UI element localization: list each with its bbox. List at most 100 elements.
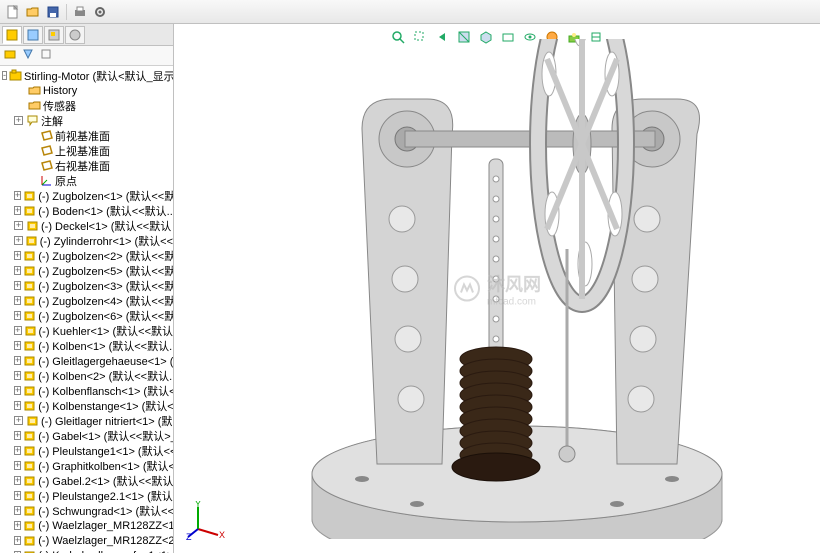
expand-icon[interactable]	[14, 85, 25, 96]
expand-icon[interactable]: +	[14, 341, 21, 350]
tree-part[interactable]: +(-) Schwungrad<1> (默认<<图	[0, 503, 173, 518]
expand-icon[interactable]: -	[2, 71, 7, 80]
tree-history-icon	[27, 84, 41, 98]
tree-part[interactable]: +(-) Kurbelwellenzapfen1<1>	[0, 548, 173, 553]
orientation-triad[interactable]: X Y Z	[186, 501, 226, 541]
expand-icon[interactable]: +	[14, 251, 21, 260]
svg-text:X: X	[219, 530, 225, 540]
expand-icon[interactable]	[26, 160, 37, 171]
expand-icon[interactable]	[26, 175, 37, 186]
tree-part[interactable]: +(-) Pleulstange1<1> (默认<<	[0, 443, 173, 458]
tree-plane-icon	[39, 144, 53, 158]
tree-origin[interactable]: 原点	[0, 173, 173, 188]
tree-part[interactable]: + (-) Kuehler<1> (默认<<默认	[0, 323, 173, 338]
expand-icon[interactable]	[26, 145, 37, 156]
tree-root-assembly[interactable]: -Stirling-Motor (默认<默认_显示状	[0, 68, 173, 83]
tree-item-label: 右视基准面	[55, 158, 110, 174]
tree-part[interactable]: +(-) Zugbolzen<4> (默认<<默	[0, 293, 173, 308]
tree-item-label: (-) Gleitlagergehaeuse<1> (图	[38, 353, 173, 369]
expand-icon[interactable]: +	[14, 371, 21, 380]
expand-icon[interactable]: +	[14, 221, 23, 230]
tree-part[interactable]: +(-) Waelzlager_MR128ZZ<1>	[0, 518, 173, 533]
tree-item-label: (-) Boden<1> (默认<<默认...	[38, 203, 173, 219]
tree-plane[interactable]: 前视基准面	[0, 128, 173, 143]
filter-feat-icon[interactable]	[22, 48, 34, 63]
tree-part[interactable]: +(-) Zugbolzen<5> (默认<<默	[0, 263, 173, 278]
tree-part[interactable]: +(-) Waelzlager_MR128ZZ<2>	[0, 533, 173, 548]
expand-icon[interactable]: +	[14, 446, 21, 455]
expand-icon[interactable]: +	[14, 236, 23, 245]
tree-part[interactable]: +(-) Graphitkolben<1> (默认<	[0, 458, 173, 473]
tab-property-manager[interactable]	[23, 26, 43, 44]
tree-plane[interactable]: 上视基准面	[0, 143, 173, 158]
tree-part-icon	[23, 309, 36, 323]
tree-item-label: (-) Kolben<1> (默认<<默认...	[38, 338, 173, 354]
tree-annotation[interactable]: +注解	[0, 113, 173, 128]
expand-icon[interactable]: +	[14, 536, 21, 545]
tree-part[interactable]: +(-) Zugbolzen<3> (默认<<默	[0, 278, 173, 293]
expand-icon[interactable]: +	[14, 206, 21, 215]
tree-part[interactable]: +(-) Kolbenstange<1> (默认<<	[0, 398, 173, 413]
tree-plane[interactable]: 右视基准面	[0, 158, 173, 173]
tree-part[interactable]: +(-) Deckel<1> (默认<<默认	[0, 218, 173, 233]
tree-part[interactable]: +(-) Kolben<2> (默认<<默认...	[0, 368, 173, 383]
content-area: -Stirling-Motor (默认<默认_显示状 History传感器+注解前…	[0, 24, 820, 553]
expand-icon[interactable]: +	[14, 356, 21, 365]
expand-icon[interactable]	[26, 130, 37, 141]
expand-icon[interactable]: +	[14, 476, 21, 485]
tree-history[interactable]: History	[0, 83, 173, 98]
new-doc-icon[interactable]	[4, 3, 22, 21]
svg-text:Z: Z	[186, 532, 192, 541]
expand-icon[interactable]: +	[14, 461, 21, 470]
tree-part[interactable]: + (-) Gleitlagergehaeuse<1> (图	[0, 353, 173, 368]
tree-part-icon	[23, 504, 36, 518]
expand-icon[interactable]: +	[14, 386, 21, 395]
tree-part[interactable]: + (-) Boden<1> (默认<<默认...	[0, 203, 173, 218]
tree-item-label: History	[43, 85, 77, 97]
tree-part[interactable]: +(-) Zugbolzen<1> (默认<<默	[0, 188, 173, 203]
tree-part[interactable]: +(-) Gabel<1> (默认<<默认>_	[0, 428, 173, 443]
open-doc-icon[interactable]	[24, 3, 42, 21]
expand-icon[interactable]: +	[14, 116, 23, 125]
tree-part-icon	[23, 279, 36, 293]
tree-part[interactable]: +(-) Gleitlager nitriert<1> (默	[0, 413, 173, 428]
expand-icon[interactable]: +	[14, 521, 21, 530]
tree-part[interactable]: + (-) Kolben<1> (默认<<默认...	[0, 338, 173, 353]
graphics-viewport[interactable]: 沐风网 mfcad.com X Y Z	[174, 24, 820, 553]
expand-icon[interactable]: +	[14, 416, 23, 425]
expand-icon[interactable]: +	[14, 281, 21, 290]
save-doc-icon[interactable]	[44, 3, 62, 21]
tree-sensor[interactable]: 传感器	[0, 98, 173, 113]
tree-item-label: (-) Kuehler<1> (默认<<默认	[39, 323, 174, 339]
expand-icon[interactable]: +	[14, 296, 21, 305]
options-icon[interactable]	[91, 3, 109, 21]
tree-item-label: 原点	[55, 173, 77, 189]
expand-icon[interactable]: +	[14, 326, 22, 335]
tab-config-manager[interactable]	[44, 26, 64, 44]
filter-part-icon[interactable]	[4, 48, 16, 63]
expand-icon[interactable]: +	[14, 401, 21, 410]
expand-icon[interactable]	[14, 100, 25, 111]
expand-icon[interactable]: +	[14, 311, 21, 320]
filter-sketch-icon[interactable]	[40, 48, 52, 63]
tree-part[interactable]: +(-) Pleulstange2.1<1> (默认<	[0, 488, 173, 503]
expand-icon[interactable]: +	[14, 506, 21, 515]
tree-part[interactable]: +(-) Zugbolzen<2> (默认<<默	[0, 248, 173, 263]
tree-part[interactable]: +(-) Zugbolzen<6> (默认<<默	[0, 308, 173, 323]
tree-part[interactable]: +(-) Gabel.2<1> (默认<<默认	[0, 473, 173, 488]
tree-part-icon	[25, 234, 38, 248]
feature-tree-panel: -Stirling-Motor (默认<默认_显示状 History传感器+注解前…	[0, 24, 174, 553]
tab-feature-manager[interactable]	[2, 26, 22, 44]
tree-part-icon	[23, 264, 36, 278]
expand-icon[interactable]: +	[14, 191, 21, 200]
print-icon[interactable]	[71, 3, 89, 21]
tab-dimxpert[interactable]	[65, 26, 85, 44]
tree-part[interactable]: +(-) Zylinderrohr<1> (默认<<	[0, 233, 173, 248]
tree-part[interactable]: +(-) Kolbenflansch<1> (默认<	[0, 383, 173, 398]
expand-icon[interactable]: +	[14, 266, 21, 275]
expand-icon[interactable]: +	[14, 491, 21, 500]
tree-part-icon	[23, 444, 36, 458]
expand-icon[interactable]: +	[14, 431, 21, 440]
svg-text:Y: Y	[195, 501, 201, 509]
feature-tree[interactable]: -Stirling-Motor (默认<默认_显示状 History传感器+注解前…	[0, 66, 173, 553]
